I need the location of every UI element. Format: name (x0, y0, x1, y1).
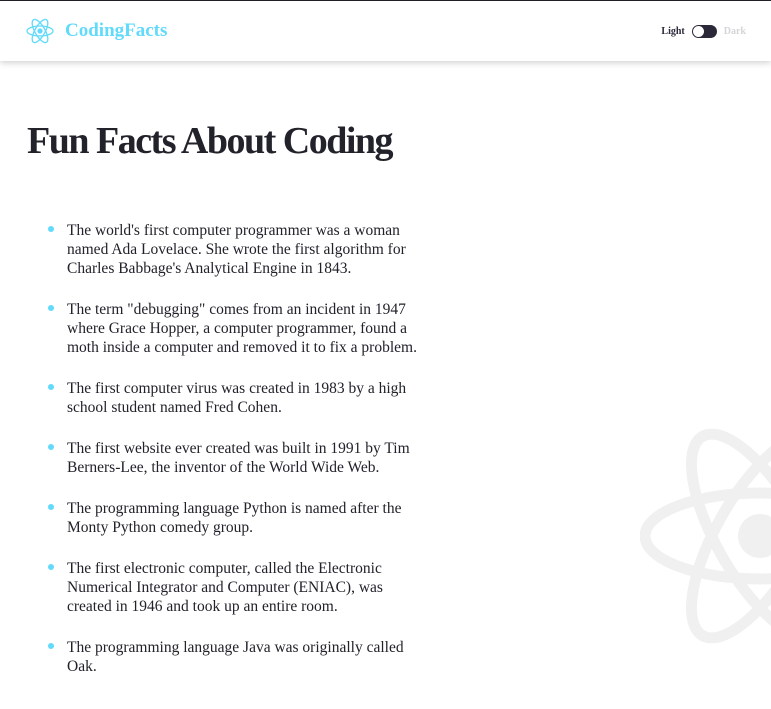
fact-item: The first computer virus was created in … (48, 379, 429, 417)
bullet-dot-icon (48, 643, 54, 649)
fact-item: The first electronic computer, called th… (48, 559, 429, 616)
navbar: CodingFacts Light Dark (0, 1, 771, 61)
page-title: Fun Facts About Coding (27, 120, 394, 162)
toggler-light-label: Light (661, 25, 685, 37)
bullet-dot-icon (48, 305, 54, 311)
facts-list: The world's first computer programmer wa… (48, 221, 429, 698)
react-atom-icon (26, 18, 54, 44)
react-atom-icon (640, 428, 771, 644)
brand-title: CodingFacts (65, 20, 168, 41)
theme-toggler: Light Dark (661, 23, 746, 39)
bullet-dot-icon (48, 564, 54, 570)
fact-text: The first website ever created was built… (67, 440, 410, 476)
fact-item: The programming language Python is named… (48, 499, 429, 537)
fact-item: The term "debugging" comes from an incid… (48, 300, 429, 357)
fact-item: The world's first computer programmer wa… (48, 221, 429, 278)
fact-text: The term "debugging" comes from an incid… (67, 301, 417, 356)
fact-text: The first computer virus was created in … (67, 380, 407, 416)
toggle-knob (692, 25, 704, 37)
bullet-dot-icon (48, 226, 54, 232)
theme-toggle-switch[interactable] (691, 24, 717, 38)
main-content: Fun Facts About Coding The world's first… (0, 61, 771, 709)
fact-text: The first electronic computer, called th… (67, 560, 383, 615)
fact-text: The programming language Python is named… (67, 500, 402, 536)
fact-item: The programming language Java was origin… (48, 638, 429, 676)
toggler-dark-label: Dark (723, 25, 746, 37)
bullet-dot-icon (48, 444, 54, 450)
fact-text: The programming language Java was origin… (67, 639, 404, 675)
fact-item: The first website ever created was built… (48, 439, 429, 477)
bullet-dot-icon (48, 384, 54, 390)
brand[interactable]: CodingFacts (25, 16, 167, 46)
bullet-dot-icon (48, 504, 54, 510)
fact-text: The world's first computer programmer wa… (67, 222, 406, 277)
